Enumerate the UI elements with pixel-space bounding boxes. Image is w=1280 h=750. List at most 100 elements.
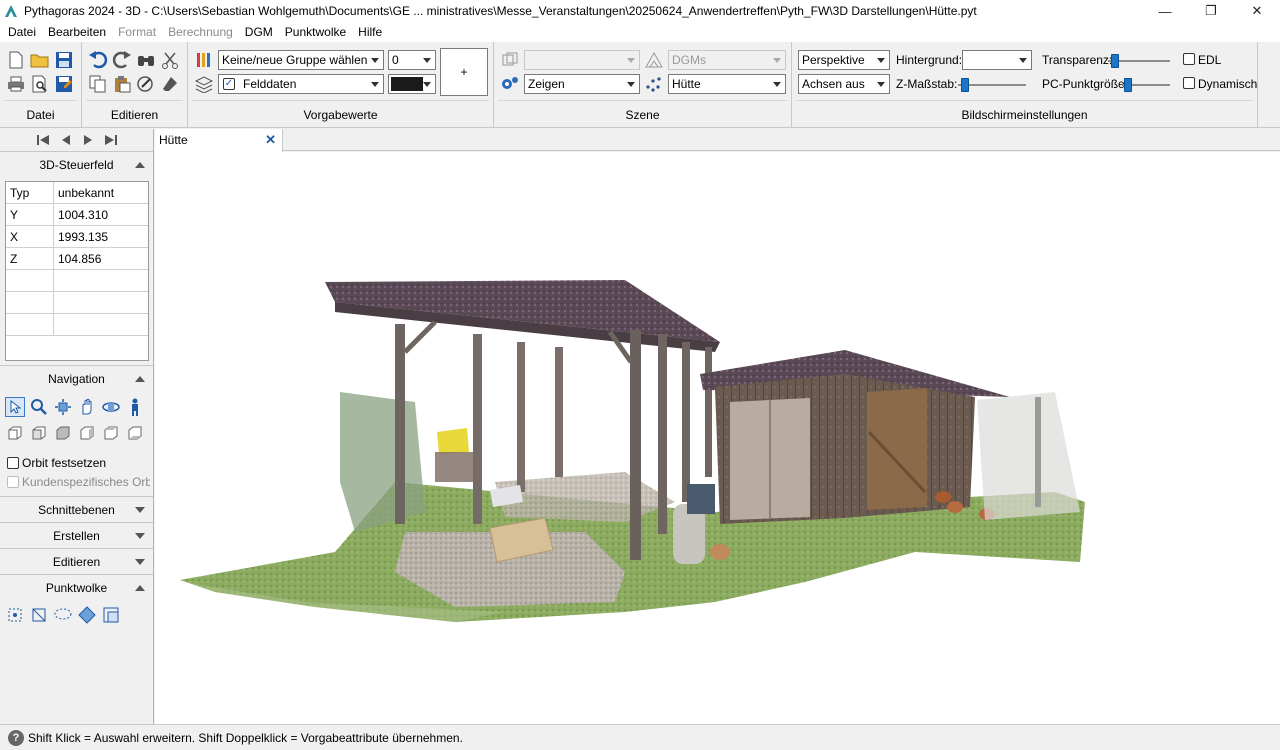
eraser-icon[interactable]: [160, 74, 180, 94]
3d-viewport[interactable]: [155, 152, 1280, 724]
point-size-label: PC-Punktgröße:: [1042, 77, 1129, 91]
view-top-icon[interactable]: [101, 423, 121, 443]
new-file-icon[interactable]: [6, 50, 26, 70]
custom-orbit-checkbox[interactable]: [7, 476, 19, 488]
tab-huette[interactable]: Hütte ✕: [155, 129, 283, 152]
minimize-button[interactable]: —: [1142, 0, 1188, 22]
expand-icon: [135, 507, 145, 513]
point-cloud-clip-icon[interactable]: [29, 605, 49, 625]
chevron-down-icon: [773, 82, 781, 87]
edl-checkbox[interactable]: [1183, 53, 1195, 65]
point-cloud-select[interactable]: Hütte: [668, 74, 786, 94]
menu-bearbeiten[interactable]: Bearbeiten: [42, 25, 112, 39]
orbit-icon[interactable]: [101, 397, 121, 417]
point-cloud-render[interactable]: [155, 152, 1280, 724]
close-button[interactable]: ✕: [1234, 0, 1280, 22]
scene-object-icon[interactable]: [500, 50, 520, 70]
restore-button[interactable]: ❐: [1188, 0, 1234, 22]
flower-pot: [947, 501, 963, 513]
menu-format[interactable]: Format: [112, 25, 162, 39]
section-editieren[interactable]: Editieren: [0, 548, 153, 574]
redo-icon[interactable]: [112, 50, 132, 70]
greenhouse-post: [1035, 397, 1041, 507]
section-schnittebenen[interactable]: Schnittebenen: [0, 496, 153, 522]
point-cloud-classify-icon[interactable]: [77, 605, 97, 625]
ribbon: Datei Editieren Keine/neue Gruppe wählen…: [0, 42, 1280, 128]
show-select[interactable]: Zeigen: [524, 74, 640, 94]
dgm-icon[interactable]: [644, 50, 664, 70]
table-row[interactable]: Y 1004.310: [6, 204, 148, 226]
zoom-extents-icon[interactable]: [53, 397, 73, 417]
print-icon[interactable]: [6, 74, 26, 94]
point-cloud-section-icon[interactable]: [101, 605, 121, 625]
previous-record-icon[interactable]: [60, 134, 72, 146]
section-3d-steuerfeld[interactable]: 3D-Steuerfeld: [0, 151, 153, 177]
copy-icon[interactable]: [88, 74, 108, 94]
layer-select[interactable]: ✓ Felddaten: [218, 74, 384, 94]
table-row[interactable]: X 1993.135: [6, 226, 148, 248]
save-as-icon[interactable]: [54, 74, 74, 94]
pan-hand-icon[interactable]: [77, 397, 97, 417]
transparency-slider-thumb[interactable]: [1110, 54, 1119, 68]
dynamic-checkbox[interactable]: [1183, 77, 1195, 89]
cut-icon[interactable]: [160, 50, 180, 70]
number-select[interactable]: 0: [388, 50, 436, 70]
save-icon[interactable]: [54, 50, 74, 70]
close-tab-icon[interactable]: ✕: [265, 132, 276, 148]
add-button[interactable]: +: [440, 48, 488, 96]
walk-person-icon[interactable]: [125, 397, 145, 417]
table-row[interactable]: [6, 292, 148, 314]
point-cloud-crop-icon[interactable]: [5, 605, 25, 625]
color-select[interactable]: [388, 74, 436, 94]
section-navigation[interactable]: Navigation: [0, 365, 153, 391]
last-record-icon[interactable]: [104, 134, 118, 146]
barrel: [687, 484, 715, 514]
pencils-icon[interactable]: [194, 50, 214, 70]
view-left-icon[interactable]: [53, 423, 73, 443]
axes-select[interactable]: Achsen aus: [798, 74, 890, 94]
table-row[interactable]: [6, 314, 148, 336]
gears-icon[interactable]: [500, 74, 520, 94]
background-select[interactable]: [962, 50, 1032, 70]
undo-icon[interactable]: [88, 50, 108, 70]
group-select[interactable]: Keine/neue Gruppe wählen: [218, 50, 384, 70]
point-size-slider[interactable]: [1122, 78, 1170, 92]
view-right-icon[interactable]: [77, 423, 97, 443]
dgm-select[interactable]: DGMs: [668, 50, 786, 70]
z-scale-slider[interactable]: [958, 78, 1026, 92]
layers-icon[interactable]: [194, 74, 214, 94]
binoculars-icon[interactable]: [136, 50, 156, 70]
transparency-slider[interactable]: [1108, 54, 1170, 68]
print-preview-icon[interactable]: [30, 74, 50, 94]
orbit-lock-checkbox[interactable]: [7, 457, 19, 469]
paste-icon[interactable]: [112, 74, 132, 94]
menu-datei[interactable]: Datei: [2, 25, 42, 39]
menu-hilfe[interactable]: Hilfe: [352, 25, 388, 39]
menu-punktwolke[interactable]: Punktwolke: [279, 25, 352, 39]
attribute-brush-icon[interactable]: [136, 74, 156, 94]
view-back-icon[interactable]: [29, 423, 49, 443]
point-cloud-icon[interactable]: [644, 74, 664, 94]
zoom-icon[interactable]: [29, 397, 49, 417]
scene-object-select[interactable]: [524, 50, 640, 70]
point-cloud-lasso-icon[interactable]: [53, 605, 73, 625]
section-erstellen[interactable]: Erstellen: [0, 522, 153, 548]
table-row[interactable]: Z 104.856: [6, 248, 148, 270]
select-arrow-icon[interactable]: [5, 397, 25, 417]
menu-dgm[interactable]: DGM: [239, 25, 279, 39]
view-bottom-icon[interactable]: [125, 423, 145, 443]
projection-select[interactable]: Perspektive: [798, 50, 890, 70]
next-record-icon[interactable]: [82, 134, 94, 146]
menu-berechnung[interactable]: Berechnung: [162, 25, 239, 39]
section-punktwolke[interactable]: Punktwolke: [0, 574, 153, 600]
layer-visible-checkbox[interactable]: ✓: [223, 78, 235, 90]
table-row[interactable]: [6, 270, 148, 292]
open-folder-icon[interactable]: [30, 50, 50, 70]
help-icon[interactable]: ?: [8, 729, 24, 746]
first-record-icon[interactable]: [36, 134, 50, 146]
table-row[interactable]: Typ unbekannt: [6, 182, 148, 204]
view-front-icon[interactable]: [5, 423, 25, 443]
point-size-slider-thumb[interactable]: [1124, 78, 1132, 92]
z-scale-slider-thumb[interactable]: [961, 78, 969, 92]
transparency-label: Transparenz:: [1042, 53, 1113, 67]
